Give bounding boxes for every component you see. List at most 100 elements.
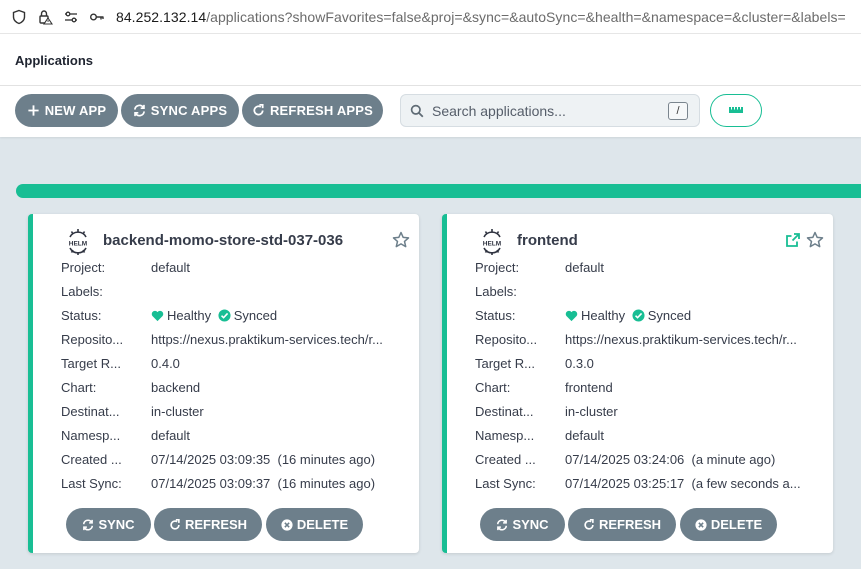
new-app-label: NEW APP (44, 103, 107, 118)
repository-label: Reposito... (475, 332, 538, 347)
svg-text:HELM: HELM (483, 241, 501, 248)
search-shortcut-badge: / (668, 102, 688, 120)
refresh-label: REFRESH (184, 517, 248, 532)
created-value: 07/14/2025 03:09:35 (16 minutes ago) (151, 452, 376, 467)
favorite-star-icon[interactable] (806, 231, 824, 249)
sync-apps-button[interactable]: SYNC APPS (121, 94, 239, 127)
heart-icon (565, 310, 578, 322)
browser-url-bar: 84.252.132.14/applications?showFavorites… (0, 0, 861, 33)
refresh-label: REFRESH (598, 517, 662, 532)
destination-label: Destinat... (475, 404, 534, 419)
namespace-label: Namesp... (61, 428, 121, 443)
delete-button[interactable]: DELETE (680, 508, 777, 541)
sync-status: Synced (233, 308, 278, 323)
page-title: Applications (15, 53, 94, 68)
repository-label: Reposito... (61, 332, 124, 347)
url-path: /applications?showFavorites=false&proj=&… (206, 8, 846, 25)
last-sync-value: 07/14/2025 03:25:17 (a few seconds a... (565, 476, 801, 491)
target-revision-value: 0.3.0 (565, 356, 594, 371)
refresh-button[interactable]: REFRESH (154, 508, 262, 541)
sync-label: SYNC (98, 517, 135, 532)
last-sync-label: Last Sync: (475, 476, 536, 491)
search-icon (410, 104, 424, 118)
chart-value: frontend (565, 380, 613, 395)
app-name[interactable]: backend-momo-store-std-037-036 (103, 232, 343, 249)
sync-apps-label: SYNC APPS (150, 103, 228, 118)
url-host: 84.252.132.14 (116, 8, 207, 25)
insecure-lock-icon[interactable] (32, 4, 58, 30)
plus-icon (27, 104, 40, 117)
health-summary-bar (16, 184, 861, 198)
delete-icon (695, 518, 707, 531)
view-toggle-button[interactable] (710, 94, 762, 127)
namespace-value: default (565, 428, 605, 443)
key-icon[interactable] (84, 4, 110, 30)
refresh-apps-label: REFRESH APPS (269, 103, 374, 118)
created-label: Created ... (475, 452, 536, 467)
tiles-view-icon (728, 102, 744, 120)
status-label: Status: (475, 308, 516, 323)
target-revision-label: Target R... (61, 356, 121, 371)
app-card[interactable]: HELM frontend Project: default Labels: St… (442, 214, 833, 553)
health-status: Healthy (167, 308, 212, 323)
new-app-button[interactable]: NEW APP (15, 94, 118, 127)
permissions-icon[interactable] (58, 4, 84, 30)
health-status: Healthy (581, 308, 626, 323)
synced-check-icon (218, 309, 231, 322)
delete-button[interactable]: DELETE (266, 508, 363, 541)
external-link-icon[interactable] (785, 232, 801, 248)
refresh-button[interactable]: REFRESH (568, 508, 676, 541)
sync-label: SYNC (512, 517, 549, 532)
chart-value: backend (151, 380, 201, 395)
refresh-icon (169, 518, 181, 531)
target-revision-label: Target R... (475, 356, 535, 371)
last-sync-value: 07/14/2025 03:09:37 (16 minutes ago) (151, 476, 376, 491)
refresh-apps-button[interactable]: REFRESH APPS (242, 94, 383, 127)
delete-label: DELETE (296, 517, 349, 532)
app-card[interactable]: HELM backend-momo-store-std-037-036 Proj… (28, 214, 419, 553)
synced-check-icon (632, 309, 645, 322)
favorite-star-icon[interactable] (392, 231, 410, 249)
last-sync-label: Last Sync: (61, 476, 122, 491)
delete-label: DELETE (710, 517, 763, 532)
sync-icon (496, 519, 508, 531)
page-header: Applications (0, 33, 861, 86)
destination-value: in-cluster (151, 404, 204, 419)
status-value: Healthy Synced (151, 308, 401, 323)
labels-label: Labels: (475, 284, 517, 299)
url-text[interactable]: 84.252.132.14/applications?showFavorites… (116, 9, 846, 25)
repository-value: https://nexus.praktikum-services.tech/r.… (565, 332, 797, 347)
project-label: Project: (61, 260, 106, 275)
destination-label: Destinat... (61, 404, 120, 419)
applications-toolbar: NEW APP SYNC APPS REFRESH APPS / (0, 86, 861, 137)
sync-button[interactable]: SYNC (480, 508, 565, 541)
delete-icon (281, 518, 293, 531)
helm-icon: HELM (483, 229, 501, 255)
status-label: Status: (61, 308, 102, 323)
sync-button[interactable]: SYNC (66, 508, 151, 541)
app-name[interactable]: frontend (517, 232, 578, 249)
shield-icon[interactable] (6, 4, 32, 30)
status-value: Healthy Synced (565, 308, 815, 323)
chart-label: Chart: (61, 380, 97, 395)
sync-icon (82, 519, 94, 531)
svg-text:HELM: HELM (69, 241, 87, 248)
repository-value: https://nexus.praktikum-services.tech/r.… (151, 332, 383, 347)
search-box: / (400, 94, 700, 127)
heart-icon (151, 310, 164, 322)
search-input[interactable] (432, 102, 652, 119)
project-value: default (565, 260, 605, 275)
destination-value: in-cluster (565, 404, 618, 419)
refresh-icon (252, 104, 265, 117)
chart-label: Chart: (475, 380, 511, 395)
created-value: 07/14/2025 03:24:06 (a minute ago) (565, 452, 776, 467)
sync-status: Synced (647, 308, 692, 323)
helm-icon: HELM (69, 229, 87, 255)
sync-icon (133, 104, 146, 117)
refresh-icon (583, 518, 595, 531)
namespace-label: Namesp... (475, 428, 535, 443)
project-value: default (151, 260, 191, 275)
namespace-value: default (151, 428, 191, 443)
target-revision-value: 0.4.0 (151, 356, 180, 371)
labels-label: Labels: (61, 284, 103, 299)
